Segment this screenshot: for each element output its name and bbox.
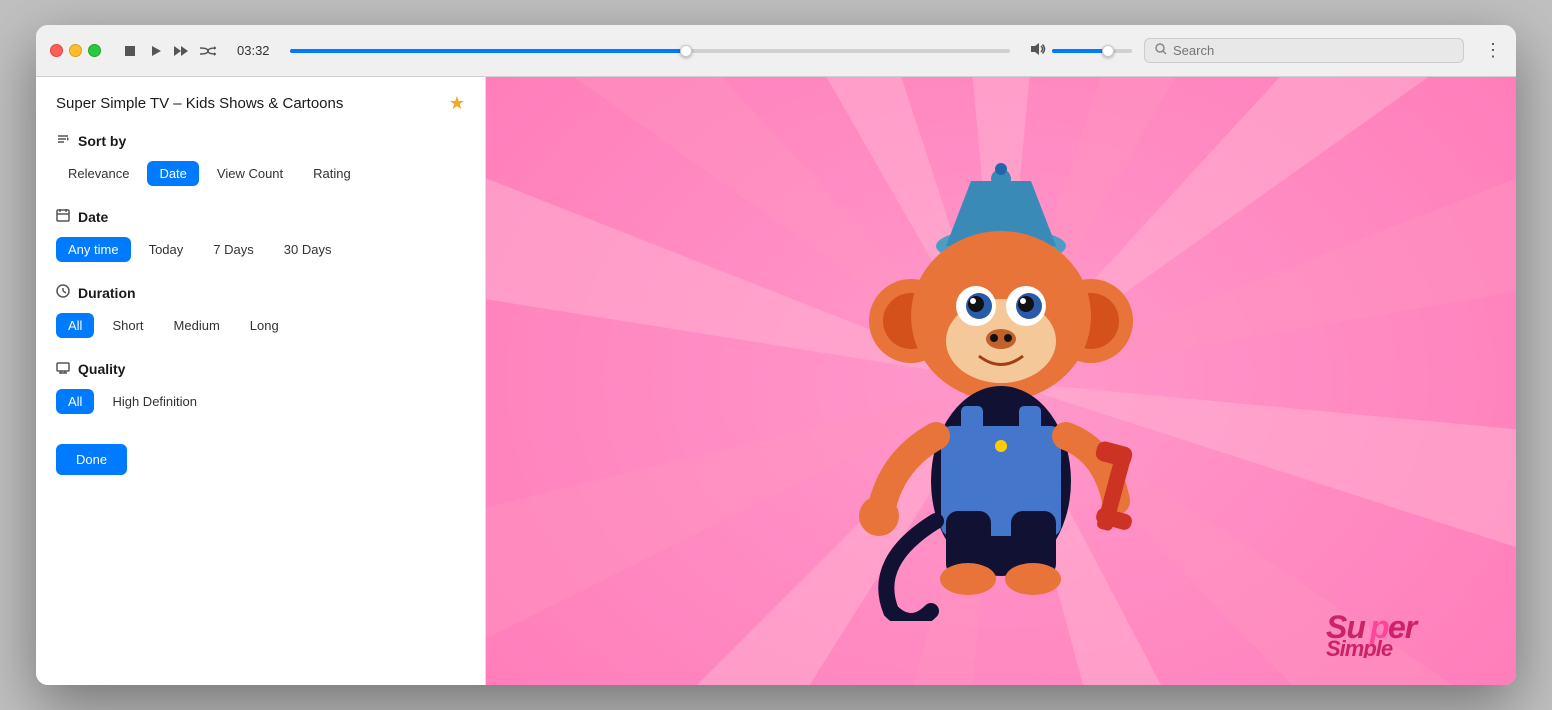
video-background: Su p er Simple	[486, 77, 1516, 685]
date-header: Date	[56, 208, 465, 225]
supersimple-logo: Su p er Simple	[1326, 598, 1486, 658]
progress-thumb[interactable]	[680, 45, 692, 57]
date-label: Date	[78, 209, 108, 225]
calendar-icon	[56, 208, 70, 225]
volume-fill	[1052, 49, 1108, 53]
duration-label: Duration	[78, 285, 136, 301]
app-window: 03:32	[36, 25, 1516, 685]
shuffle-button[interactable]	[199, 42, 217, 60]
duration-header: Duration	[56, 284, 465, 301]
search-input[interactable]	[1173, 43, 1453, 58]
sort-by-buttons: Relevance Date View Count Rating	[56, 161, 465, 186]
progress-fill	[290, 49, 686, 53]
channel-header: Super Simple TV – Kids Shows & Cartoons …	[56, 93, 465, 114]
minimize-button[interactable]	[69, 44, 82, 57]
duration-buttons: All Short Medium Long	[56, 313, 465, 338]
volume-icon	[1030, 42, 1046, 59]
close-button[interactable]	[50, 44, 63, 57]
search-icon	[1155, 43, 1167, 58]
fast-forward-button[interactable]	[173, 42, 191, 60]
date-7days-button[interactable]: 7 Days	[201, 237, 265, 262]
svg-text:er: er	[1388, 609, 1419, 645]
maximize-button[interactable]	[88, 44, 101, 57]
duration-all-button[interactable]: All	[56, 313, 94, 338]
volume-section	[1030, 42, 1132, 59]
traffic-lights	[50, 44, 101, 57]
quality-hd-button[interactable]: High Definition	[100, 389, 209, 414]
volume-bar[interactable]	[1052, 49, 1132, 53]
sort-relevance-button[interactable]: Relevance	[56, 161, 141, 186]
quality-all-button[interactable]: All	[56, 389, 94, 414]
date-today-button[interactable]: Today	[137, 237, 196, 262]
sort-viewcount-button[interactable]: View Count	[205, 161, 295, 186]
sort-by-section: Sort by Relevance Date View Count Rating	[56, 132, 465, 186]
duration-medium-button[interactable]: Medium	[162, 313, 232, 338]
quality-buttons: All High Definition	[56, 389, 465, 414]
progress-bar[interactable]	[290, 49, 1010, 53]
duration-section: Duration All Short Medium Long	[56, 284, 465, 338]
video-area: Su p er Simple	[486, 77, 1516, 685]
clock-icon	[56, 284, 70, 301]
duration-long-button[interactable]: Long	[238, 313, 291, 338]
volume-thumb[interactable]	[1102, 45, 1114, 57]
time-display: 03:32	[237, 43, 270, 58]
stop-button[interactable]	[121, 42, 139, 60]
video-content	[486, 77, 1516, 685]
sort-icon	[56, 132, 70, 149]
date-section: Date Any time Today 7 Days 30 Days	[56, 208, 465, 262]
date-anytime-button[interactable]: Any time	[56, 237, 131, 262]
play-button[interactable]	[147, 42, 165, 60]
quality-section: Quality All High Definition	[56, 360, 465, 414]
duration-short-button[interactable]: Short	[100, 313, 155, 338]
main-content: Super Simple TV – Kids Shows & Cartoons …	[36, 77, 1516, 685]
star-icon[interactable]: ★	[449, 93, 465, 114]
sort-rating-button[interactable]: Rating	[301, 161, 363, 186]
search-box[interactable]	[1144, 38, 1464, 63]
date-30days-button[interactable]: 30 Days	[272, 237, 344, 262]
sort-date-button[interactable]: Date	[147, 161, 198, 186]
sort-by-header: Sort by	[56, 132, 465, 149]
channel-title: Super Simple TV – Kids Shows & Cartoons	[56, 95, 343, 112]
sort-by-label: Sort by	[78, 133, 126, 149]
monkey-character	[831, 141, 1171, 621]
done-button[interactable]: Done	[56, 444, 127, 475]
quality-icon	[56, 360, 70, 377]
quality-label: Quality	[78, 361, 125, 377]
date-buttons: Any time Today 7 Days 30 Days	[56, 237, 465, 262]
more-options-button[interactable]: ⋮	[1484, 40, 1502, 61]
playback-controls	[121, 42, 217, 60]
filter-sidebar: Super Simple TV – Kids Shows & Cartoons …	[36, 77, 486, 685]
quality-header: Quality	[56, 360, 465, 377]
titlebar: 03:32	[36, 25, 1516, 77]
brand-watermark: Su p er Simple	[1326, 598, 1486, 665]
svg-text:Simple: Simple	[1326, 636, 1393, 658]
